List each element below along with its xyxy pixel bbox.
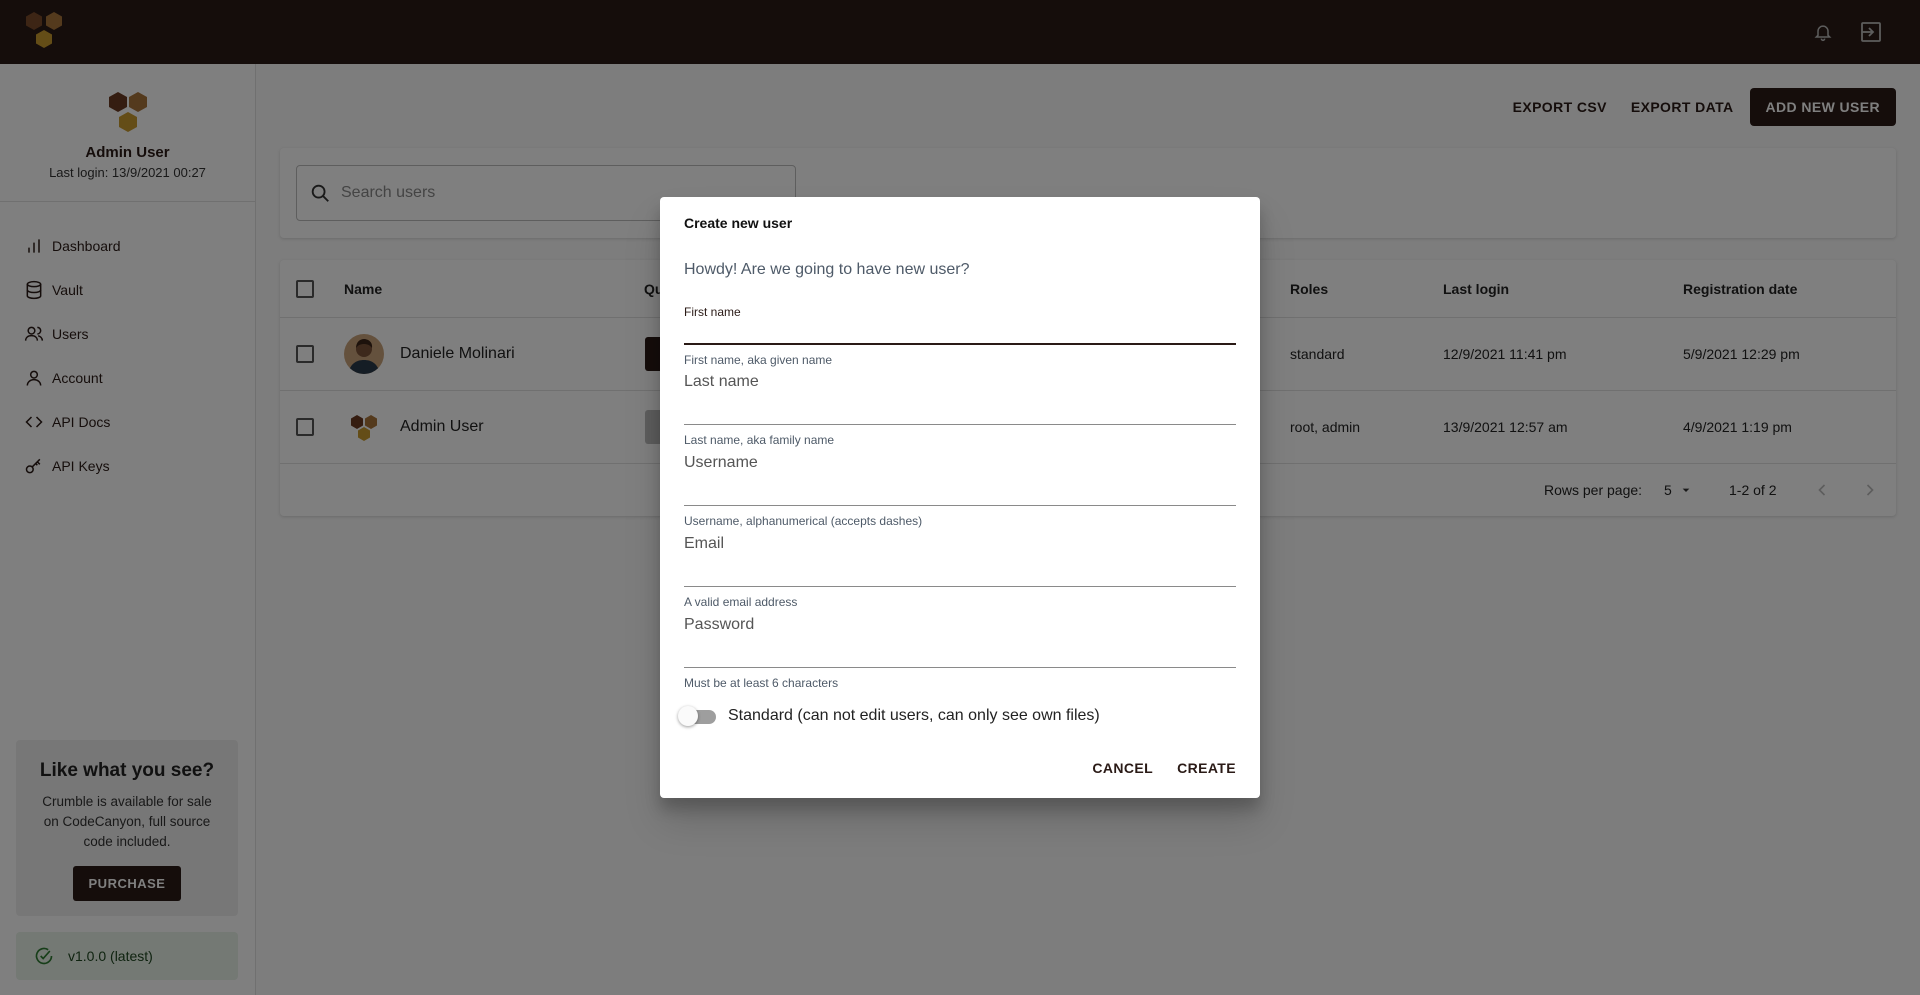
email-label: Email (684, 535, 725, 552)
username-helper: Username, alphanumerical (accepts dashes… (684, 514, 923, 528)
role-toggle-switch[interactable] (678, 705, 716, 727)
dialog-actions: CANCEL CREATE (1076, 754, 1244, 782)
create-user-dialog: Create new user Howdy! Are we going to h… (660, 197, 1260, 798)
first-name-label: First name (684, 305, 741, 319)
first-name-helper: First name, aka given name (684, 353, 833, 367)
email-helper: A valid email address (684, 595, 798, 609)
email-field[interactable]: Email A valid email address (684, 535, 1236, 615)
dialog-subtitle: Howdy! Are we going to have new user? (684, 261, 970, 278)
dialog-title: Create new user (684, 215, 793, 231)
password-helper: Must be at least 6 characters (684, 676, 839, 690)
username-label: Username (684, 454, 758, 471)
role-toggle-label: Standard (can not edit users, can only s… (728, 707, 1100, 724)
password-label: Password (684, 616, 755, 633)
username-underline (684, 505, 1236, 506)
username-field[interactable]: Username Username, alphanumerical (accep… (684, 454, 1236, 534)
first-name-underline (684, 343, 1236, 345)
password-field[interactable]: Password Must be at least 6 characters (684, 616, 1236, 696)
first-name-field[interactable]: First name First name, aka given name (684, 305, 1236, 371)
role-toggle-row: Standard (can not edit users, can only s… (678, 705, 1100, 727)
switch-thumb (678, 706, 698, 726)
create-button[interactable]: CREATE (1169, 754, 1244, 782)
password-underline (684, 667, 1236, 668)
last-name-label: Last name (684, 373, 759, 390)
last-name-field[interactable]: Last name Last name, aka family name (684, 373, 1236, 453)
email-underline (684, 586, 1236, 587)
cancel-button[interactable]: CANCEL (1084, 754, 1161, 782)
last-name-helper: Last name, aka family name (684, 433, 835, 447)
last-name-underline (684, 424, 1236, 425)
